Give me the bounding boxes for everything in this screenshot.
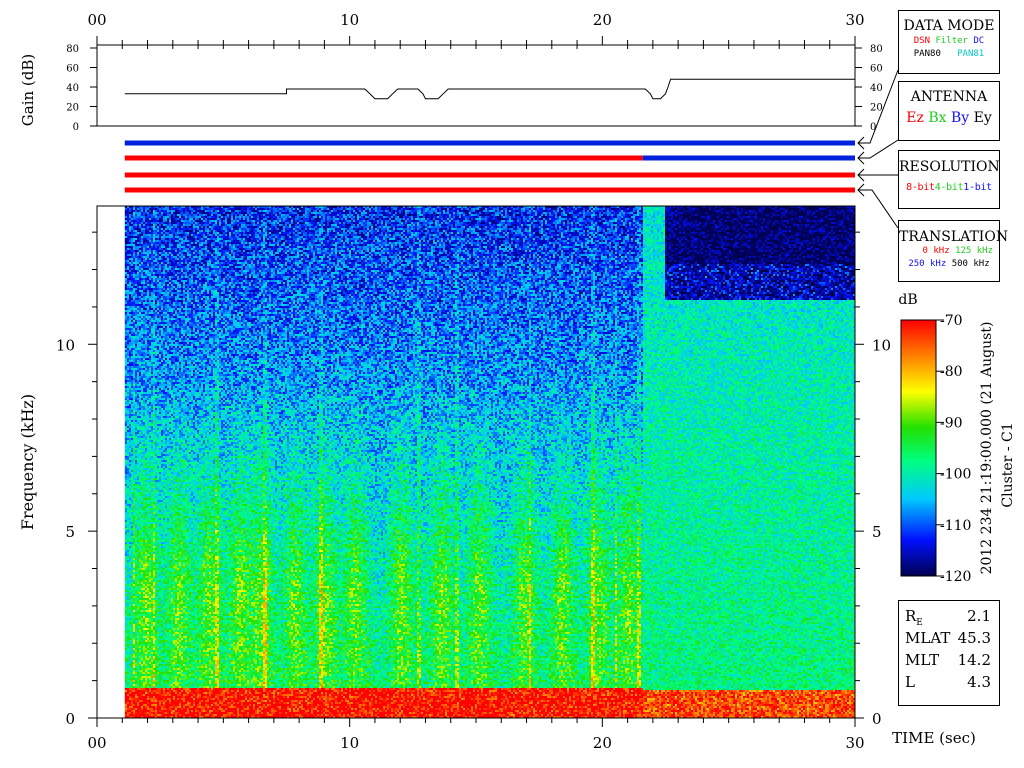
time-tick-label: 00 xyxy=(87,734,106,752)
gain-frame xyxy=(96,44,856,127)
colorbar-unit: dB xyxy=(898,292,917,308)
spectrogram-right-tick-label: 5 xyxy=(872,523,882,541)
position-box: RE 2.1 MLAT 45.3 MLT 14.2 L 4.3 xyxy=(898,600,1000,706)
spectrogram-image xyxy=(124,206,855,718)
top-axis-tick-label: 10 xyxy=(340,11,359,29)
colorbar: dB -70 -80 -90 -100 -110 -120 xyxy=(898,292,971,585)
spectrogram-xticks: 00 10 20 30 xyxy=(87,718,865,752)
resolution-8bit: 8-bit xyxy=(906,182,935,193)
colorbar-tick-label: -70 xyxy=(940,313,963,329)
colorbar-tick-label: -80 xyxy=(940,364,963,380)
antenna-ez: Ez xyxy=(906,110,924,126)
spectrogram-ylabel: Frequency (kHz) xyxy=(18,394,37,530)
gain-right-tick-label: 80 xyxy=(870,44,883,55)
mode-bar-segment xyxy=(642,155,855,161)
translation-500khz: 500 kHz xyxy=(951,259,990,269)
colorbar-gradient xyxy=(900,319,937,577)
position-label-re: R xyxy=(905,607,917,625)
position-label-mlt: MLT xyxy=(905,651,940,669)
antenna-title: ANTENNA xyxy=(910,89,988,105)
time-tick-label: 10 xyxy=(340,734,359,752)
resolution-4bit: 4-bit xyxy=(934,182,964,193)
gain-ylabel: Gain (dB) xyxy=(19,54,37,126)
gain-left-tick-label: 60 xyxy=(66,64,79,75)
colorbar-tick-label: -110 xyxy=(940,518,971,534)
translation-125khz: 125 kHz xyxy=(955,246,993,256)
position-row-mlat: MLAT 45.3 xyxy=(899,627,999,649)
colorbar-ticks: -70 -80 -90 -100 -110 -120 xyxy=(936,313,971,585)
data-mode-pan80: PAN80 xyxy=(913,49,941,59)
data-mode-box: DATA MODE DSN Filter DC PAN80 PAN81 xyxy=(898,10,1000,74)
gain-left-tick-label: 20 xyxy=(66,103,79,114)
data-mode-dc: DC xyxy=(973,36,985,46)
side-caption-date: 2012 234 21:19:00.000 (21 August) xyxy=(979,322,995,575)
mode-bars xyxy=(124,140,855,193)
translation-box: TRANSLATION 0 kHz 125 kHz 250 kHz 500 kH… xyxy=(898,220,1009,282)
mode-bar-segment xyxy=(124,172,855,178)
time-tick-label: 30 xyxy=(845,734,864,752)
position-label-l: L xyxy=(905,673,915,691)
spectrogram-panel: Frequency (kHz) 0 05 510 10 00 10 20 30 TIME (… xyxy=(18,205,976,752)
gain-left-tick-label: 0 xyxy=(73,122,79,133)
time-tick-label: 20 xyxy=(593,734,612,752)
antenna-box: ANTENNA Ez Bx By Ey xyxy=(898,81,1000,141)
gain-right-tick-label: 60 xyxy=(870,64,883,75)
side-caption-spacecraft: Cluster - C1 xyxy=(1000,422,1016,507)
figure: 00 10 20 30 Gain (dB) 0 020 2040 4060 6080 80 Fr… xyxy=(18,11,1016,752)
spectrogram-right-tick-label: 0 xyxy=(872,710,882,728)
position-value-mlt: 14.2 xyxy=(957,651,991,669)
top-axis-tick-label: 00 xyxy=(87,11,106,29)
position-row-mlt: MLT 14.2 xyxy=(899,649,999,671)
colorbar-tick-label: -120 xyxy=(940,569,971,585)
top-time-axis: 00 10 20 30 xyxy=(87,11,864,29)
gain-ticks: 0 020 2040 4060 6080 80 xyxy=(66,36,883,133)
data-mode-dsn: DSN xyxy=(913,36,931,46)
top-axis-tick-label: 30 xyxy=(845,11,864,29)
antenna-by: By xyxy=(950,110,970,126)
translation-title: TRANSLATION xyxy=(899,229,1009,245)
data-mode-pan81: PAN81 xyxy=(957,49,985,59)
translation-250khz: 250 kHz xyxy=(908,259,947,269)
gain-line xyxy=(124,78,855,100)
colorbar-tick-label: -90 xyxy=(940,415,963,431)
position-row-re: RE 2.1 xyxy=(899,605,999,628)
gain-left-tick-label: 80 xyxy=(66,44,79,55)
time-axis-label: TIME (sec) xyxy=(892,729,976,747)
position-value-l: 4.3 xyxy=(967,673,991,691)
colorbar-tick-label: -100 xyxy=(940,467,971,483)
spectrogram-left-tick-label: 5 xyxy=(65,523,75,541)
data-mode-title: DATA MODE xyxy=(903,18,995,34)
position-value-re: 2.1 xyxy=(967,607,991,625)
top-axis-tick-label: 20 xyxy=(593,11,612,29)
antenna-ey: Ey xyxy=(973,110,992,126)
spectrogram-right-tick-label: 10 xyxy=(872,336,891,354)
position-value-mlat: 45.3 xyxy=(957,629,991,647)
position-label-mlat: MLAT xyxy=(905,629,951,647)
resolution-1bit: 1-bit xyxy=(963,182,992,193)
gain-left-tick-label: 40 xyxy=(66,83,79,94)
gain-panel: Gain (dB) 0 020 2040 4060 6080 80 xyxy=(19,36,883,133)
mode-bar-segment xyxy=(124,155,643,161)
data-mode-filter: Filter xyxy=(935,36,968,46)
gain-right-tick-label: 40 xyxy=(870,83,883,94)
gain-right-tick-label: 20 xyxy=(870,103,883,114)
spectrogram-left-tick-label: 0 xyxy=(65,710,75,728)
resolution-title: RESOLUTION xyxy=(899,159,1000,175)
translation-0khz: 0 kHz xyxy=(922,246,950,256)
resolution-box: RESOLUTION 8-bit4-bit1-bit xyxy=(898,150,1000,209)
position-row-l: L 4.3 xyxy=(899,671,999,693)
mode-bar-segment xyxy=(124,140,855,146)
antenna-bx: Bx xyxy=(928,110,947,126)
mode-bar-segment xyxy=(124,187,855,193)
spectrogram-left-tick-label: 10 xyxy=(56,336,75,354)
